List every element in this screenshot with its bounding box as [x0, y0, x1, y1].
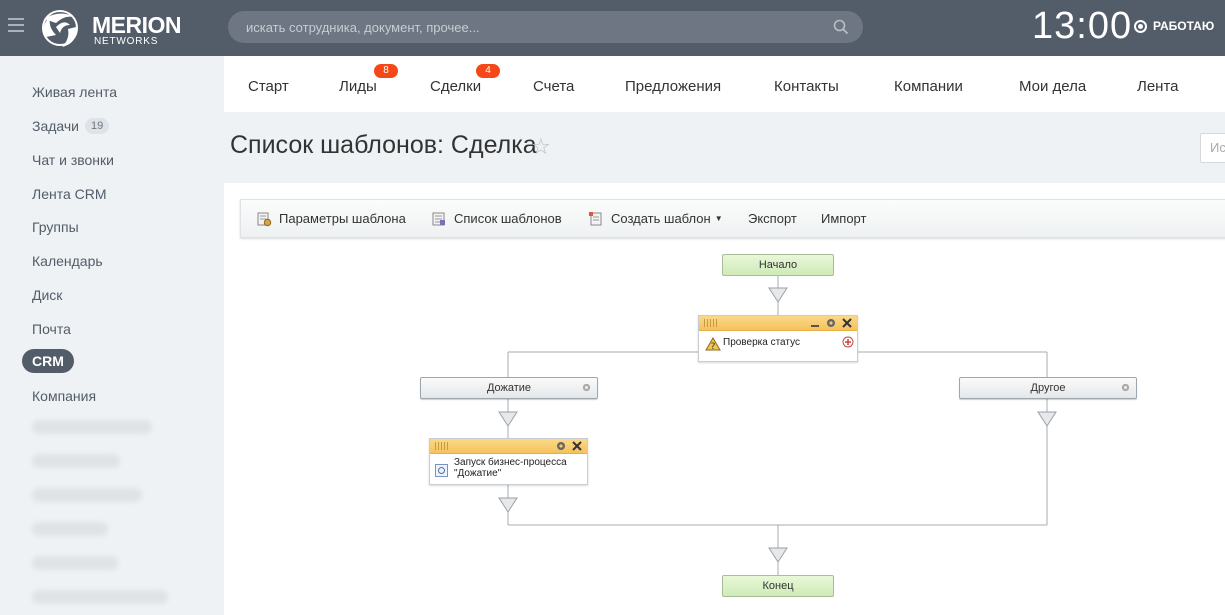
sidebar-item-blurred [32, 454, 120, 468]
tab-companies[interactable]: Компании [894, 77, 963, 97]
logo-mark-icon [42, 10, 78, 47]
sidebar-item-label: Календарь [32, 253, 103, 269]
sidebar-item-crm[interactable]: CRM [22, 349, 74, 373]
sidebar-item-label: Лента CRM [32, 186, 107, 202]
search-input[interactable] [246, 17, 826, 37]
crm-top-menu: Старт Лиды 8 Сделки 4 Счета Предложения … [224, 56, 1225, 112]
action-block[interactable]: Запуск бизнес-процесса "Дожатие" [429, 438, 588, 485]
toolbar: Параметры шаблона Список шаблонов Создат… [240, 199, 1225, 238]
chevron-down-icon: ▼ [714, 214, 723, 223]
workarea: Параметры шаблона Список шаблонов Создат… [224, 183, 1225, 615]
tab-feed[interactable]: Лента [1137, 77, 1179, 97]
logo-title: MERION [92, 12, 182, 38]
template-list-button[interactable]: Список шаблонов [431, 211, 562, 227]
gear-icon[interactable] [581, 382, 592, 393]
sidebar-item-blurred [32, 556, 118, 570]
block-header[interactable] [430, 439, 587, 454]
action-label-line2: "Дожатие" [454, 468, 502, 479]
tasks-count-badge: 19 [85, 118, 110, 134]
tab-invoices[interactable]: Счета [533, 77, 574, 97]
branch-left-label: Дожатие [486, 382, 532, 394]
sidebar-item-disk[interactable]: Диск [32, 285, 62, 305]
drag-handle-icon[interactable] [704, 319, 718, 327]
app-header: MERION NETWORKS 13:00 РАБОТАЮ [0, 0, 1225, 56]
favorite-star-icon[interactable]: ☆ [531, 134, 551, 160]
sidebar-item-label: Задачи [32, 118, 80, 134]
sidebar-item-blurred [32, 420, 152, 434]
condition-icon: ? [705, 337, 721, 351]
deals-count-badge: 4 [476, 64, 500, 78]
page-title: Список шаблонов: Сделка [230, 131, 537, 159]
sidebar-item-company[interactable]: Компания [32, 386, 96, 406]
leads-count-badge: 8 [374, 64, 398, 78]
sidebar-item-feed[interactable]: Живая лента [32, 82, 117, 102]
sidebar-item-blurred [32, 488, 142, 502]
logo-subtitle: NETWORKS [94, 36, 159, 47]
template-params-icon [257, 212, 272, 227]
filter-search-input[interactable]: Ис [1200, 133, 1225, 163]
block-header[interactable] [699, 316, 857, 331]
sidebar-item-label: Живая лента [32, 84, 118, 100]
sidebar-item-calendar[interactable]: Календарь [32, 251, 103, 271]
logo[interactable]: MERION NETWORKS [34, 5, 194, 51]
sidebar-item-crm-feed[interactable]: Лента CRM [32, 184, 107, 204]
create-template-icon [589, 212, 602, 226]
gear-icon[interactable] [1120, 382, 1131, 393]
svg-text:?: ? [711, 342, 716, 351]
close-icon[interactable] [571, 440, 583, 452]
sidebar-item-blurred [32, 590, 168, 604]
sidebar-item-label: Почта [32, 321, 71, 337]
sidebar-item-groups[interactable]: Группы [32, 217, 79, 237]
gear-icon[interactable] [555, 440, 567, 452]
minimize-icon[interactable] [809, 317, 821, 329]
search-icon[interactable] [833, 19, 849, 35]
status-icon [1134, 19, 1147, 33]
condition-block[interactable]: ? Проверка статус [698, 315, 858, 362]
add-branch-icon[interactable] [842, 336, 854, 348]
tab-quotes[interactable]: Предложения [625, 77, 721, 97]
action-label-line1: Запуск бизнес-процесса [454, 457, 567, 468]
gear-icon[interactable] [825, 317, 837, 329]
sidebar-item-label: Диск [32, 287, 63, 303]
import-button[interactable]: Импорт [821, 211, 866, 227]
create-template-button[interactable]: Создать шаблон ▼ [588, 211, 723, 227]
sidebar-item-blurred [32, 522, 108, 536]
global-search [228, 11, 863, 43]
branch-right-label: Другое [1030, 382, 1066, 394]
work-status-label: РАБОТАЮ [1153, 19, 1215, 33]
clock: 13:00 [1032, 5, 1133, 47]
template-list-label: Список шаблонов [454, 211, 562, 226]
close-icon[interactable] [841, 317, 853, 329]
template-list-icon [432, 212, 445, 226]
sidebar-item-tasks[interactable]: Задачи 19 [32, 116, 110, 136]
condition-label: Проверка статус [723, 337, 800, 348]
branch-right-node[interactable]: Другое [959, 377, 1137, 399]
tab-start[interactable]: Старт [248, 77, 289, 97]
template-params-label: Параметры шаблона [279, 211, 406, 226]
sidebar-item-label: Группы [32, 219, 79, 235]
sidebar-item-label: Компания [32, 388, 97, 404]
branch-left-node[interactable]: Дожатие [420, 377, 598, 399]
create-template-label: Создать шаблон [611, 211, 711, 226]
end-node[interactable]: Конец [722, 575, 834, 597]
sidebar-item-label: Чат и звонки [32, 152, 114, 168]
work-status-button[interactable]: РАБОТАЮ [1134, 19, 1214, 33]
tab-leads[interactable]: Лиды [339, 77, 377, 97]
drag-handle-icon[interactable] [435, 442, 449, 450]
sidebar: Живая лента Задачи 19 Чат и звонки Лента … [0, 56, 224, 615]
tab-deals[interactable]: Сделки [430, 77, 481, 97]
export-button[interactable]: Экспорт [748, 211, 797, 227]
sidebar-item-chat[interactable]: Чат и звонки [32, 150, 114, 170]
tab-my-activities[interactable]: Мои дела [1019, 77, 1086, 97]
tab-contacts[interactable]: Контакты [774, 77, 839, 97]
process-icon [435, 464, 448, 477]
template-params-button[interactable]: Параметры шаблона [256, 211, 406, 227]
menu-icon[interactable] [8, 18, 24, 32]
start-node[interactable]: Начало [722, 254, 834, 276]
sidebar-item-mail[interactable]: Почта [32, 319, 71, 339]
